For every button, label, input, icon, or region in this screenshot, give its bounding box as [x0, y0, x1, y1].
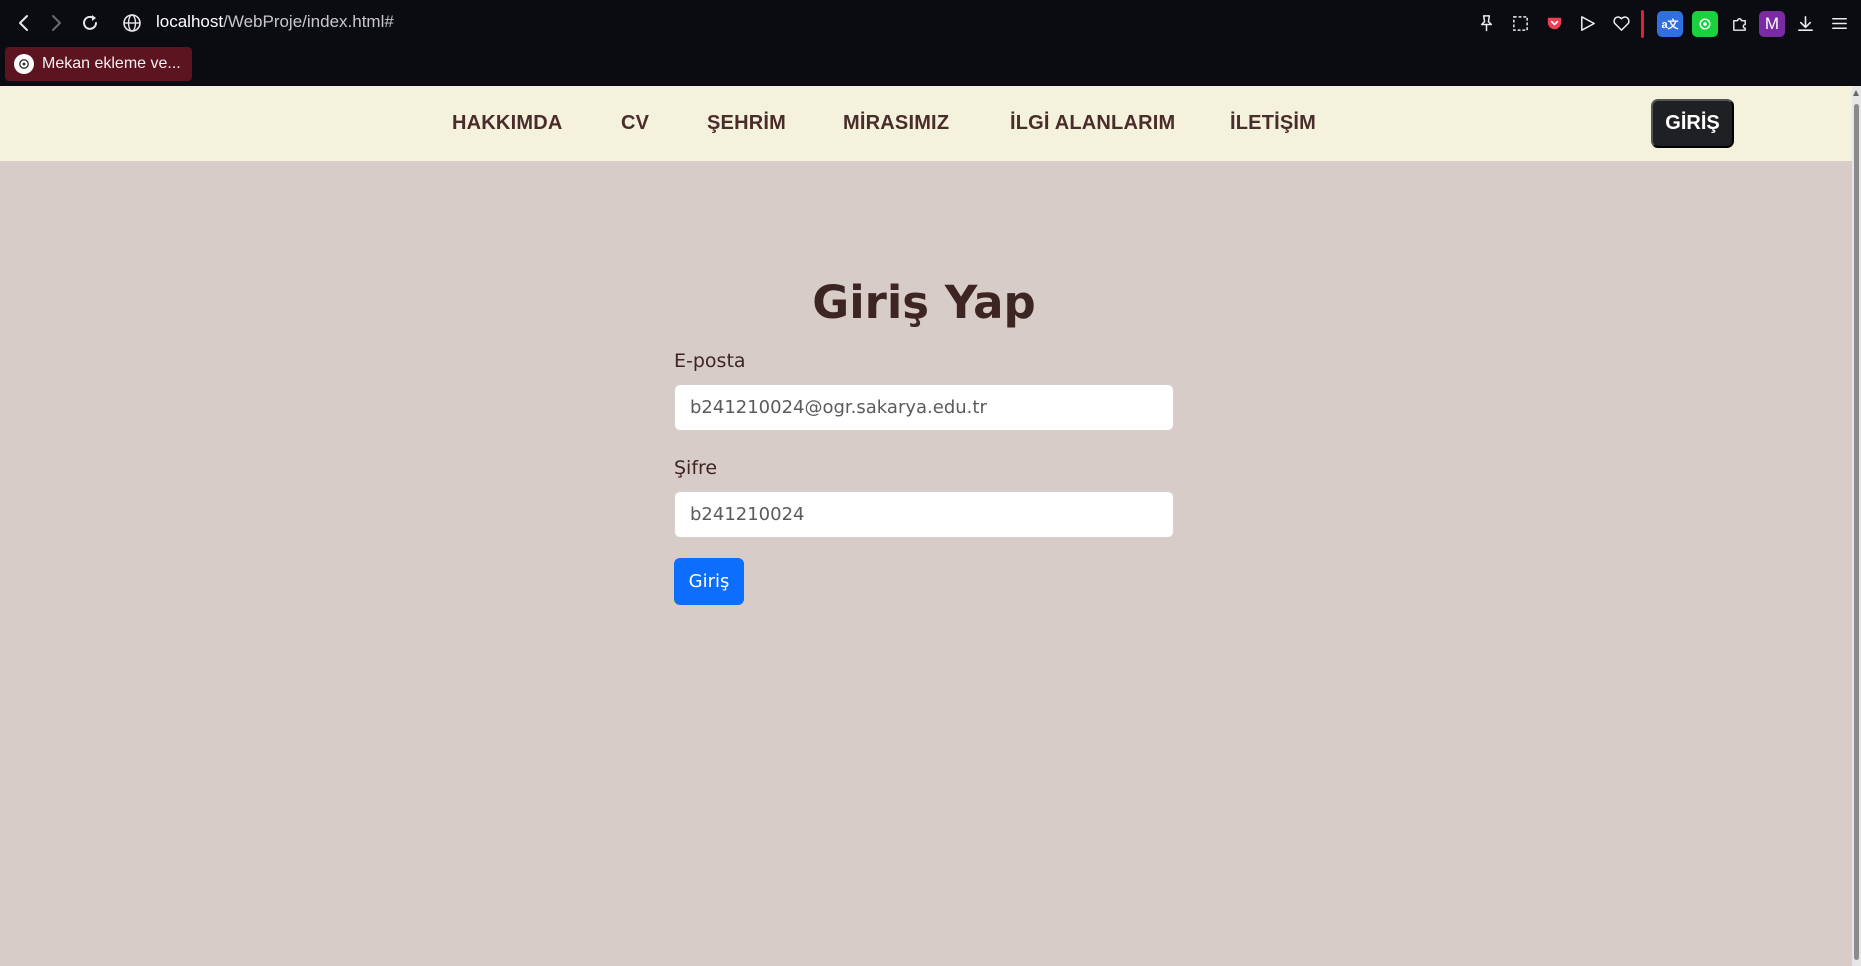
nav-link-cv[interactable]: CV	[621, 112, 649, 135]
forward-arrow-icon[interactable]	[44, 11, 68, 35]
tab-favicon-icon	[14, 54, 34, 74]
profile-initial: M	[1764, 14, 1780, 33]
pocket-icon[interactable]	[1542, 11, 1566, 35]
translate-icon[interactable]: a文	[1657, 11, 1683, 37]
pin-icon[interactable]	[1474, 11, 1498, 35]
nav-link-hakkimda[interactable]: HAKKIMDA	[452, 112, 562, 135]
page-viewport: HAKKIMDA CV ŞEHRİM MİRASIMIZ İLGİ ALANLA…	[0, 86, 1852, 966]
email-field[interactable]	[674, 384, 1174, 431]
scrollbar-thumb[interactable]	[1854, 104, 1859, 960]
back-arrow-icon[interactable]	[12, 11, 36, 35]
login-title: Giriş Yap	[812, 276, 1036, 329]
send-icon[interactable]	[1575, 11, 1599, 35]
password-label: Şifre	[674, 457, 718, 479]
browser-toolbar: localhost/WebProje/index.html# a文 M	[0, 0, 1861, 46]
page-scrollbar[interactable]	[1852, 86, 1861, 966]
globe-icon[interactable]	[120, 11, 144, 35]
password-field[interactable]	[674, 491, 1174, 538]
menu-icon[interactable]	[1827, 11, 1851, 35]
nav-link-iletisim[interactable]: İLETİŞİM	[1230, 112, 1316, 135]
nav-login-button[interactable]: GİRİŞ	[1651, 99, 1734, 148]
email-label: E-posta	[674, 350, 746, 372]
screenshot-icon[interactable]	[1508, 11, 1532, 35]
profile-icon[interactable]: M	[1759, 11, 1785, 37]
toolbar-separator	[1641, 10, 1644, 38]
url-path: /WebProje/index.html#	[223, 12, 394, 31]
download-icon[interactable]	[1793, 11, 1817, 35]
nav-link-sehrim[interactable]: ŞEHRİM	[707, 112, 786, 135]
reload-icon[interactable]	[78, 11, 102, 35]
nav-link-ilgi-alanlarim[interactable]: İLGİ ALANLARIM	[1010, 112, 1175, 135]
tab-active[interactable]: Mekan ekleme ve...	[5, 47, 192, 81]
url-host: localhost	[156, 12, 224, 31]
address-bar[interactable]: localhost/WebProje/index.html#	[156, 12, 394, 32]
nav-link-mirasimiz[interactable]: MİRASIMIZ	[843, 112, 949, 135]
chatgpt-icon[interactable]	[1692, 11, 1718, 37]
scroll-up-arrow-icon[interactable]	[1853, 90, 1859, 96]
tab-row: Mekan ekleme ve...	[0, 46, 1861, 86]
browser-chrome: localhost/WebProje/index.html# a文 M Meka…	[0, 0, 1861, 86]
extensions-icon[interactable]	[1727, 11, 1751, 35]
site-navbar: HAKKIMDA CV ŞEHRİM MİRASIMIZ İLGİ ALANLA…	[0, 86, 1852, 161]
heart-icon[interactable]	[1609, 11, 1633, 35]
login-submit-button[interactable]: Giriş	[674, 558, 744, 605]
tab-label: Mekan ekleme ve...	[42, 55, 181, 72]
